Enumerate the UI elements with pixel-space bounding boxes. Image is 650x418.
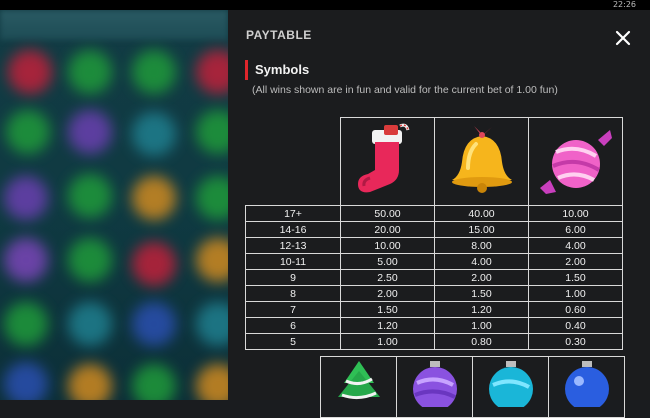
second-symbol-table bbox=[320, 356, 625, 418]
value-cell: 0.30 bbox=[528, 333, 623, 350]
value-cell: 1.20 bbox=[434, 301, 529, 318]
blurred-symbol bbox=[4, 302, 48, 346]
blurred-symbol bbox=[132, 364, 176, 400]
count-cell: 8 bbox=[245, 285, 341, 302]
symbol-cell bbox=[396, 356, 473, 418]
value-cell: 2.00 bbox=[340, 285, 435, 302]
status-bar: 22:26 bbox=[0, 0, 650, 10]
status-clock: 22:26 bbox=[612, 0, 636, 9]
blurred-symbol bbox=[68, 238, 112, 282]
count-cell: 6 bbox=[245, 317, 341, 334]
blurred-symbol bbox=[132, 302, 176, 346]
value-cell: 10.00 bbox=[340, 237, 435, 254]
table-row: 10-11 5.00 4.00 2.00 bbox=[245, 253, 623, 270]
value-cell: 1.50 bbox=[434, 285, 529, 302]
value-cell: 4.00 bbox=[434, 253, 529, 270]
count-cell: 14-16 bbox=[245, 221, 341, 238]
symbol-cell bbox=[548, 356, 625, 418]
blurred-symbol bbox=[68, 302, 112, 346]
section-accent-bar bbox=[245, 60, 248, 80]
blurred-symbol bbox=[132, 112, 176, 156]
value-cell: 6.00 bbox=[528, 221, 623, 238]
value-cell: 2.00 bbox=[434, 269, 529, 286]
blurred-symbol bbox=[196, 238, 228, 282]
value-cell: 1.00 bbox=[434, 317, 529, 334]
table-row: 14-16 20.00 15.00 6.00 bbox=[245, 221, 623, 238]
count-cell: 12-13 bbox=[245, 237, 341, 254]
value-cell: 4.00 bbox=[528, 237, 623, 254]
blurred-symbol bbox=[196, 302, 228, 346]
blurred-symbol bbox=[4, 238, 48, 282]
value-cell: 40.00 bbox=[434, 205, 529, 222]
value-cell: 8.00 bbox=[434, 237, 529, 254]
value-cell: 2.00 bbox=[528, 253, 623, 270]
count-cell: 10-11 bbox=[245, 253, 341, 270]
table-row: 12-13 10.00 8.00 4.00 bbox=[245, 237, 623, 254]
value-cell: 0.40 bbox=[528, 317, 623, 334]
count-cell: 9 bbox=[245, 269, 341, 286]
paytable-panel: PAYTABLE Symbols (All wins shown are in … bbox=[228, 10, 650, 418]
blurred-symbol bbox=[196, 50, 228, 94]
value-cell: 1.50 bbox=[340, 301, 435, 318]
count-cell: 5 bbox=[245, 333, 341, 350]
close-icon bbox=[615, 30, 631, 46]
section-title: Symbols bbox=[255, 62, 310, 77]
symbol-header-row bbox=[320, 356, 625, 418]
table-row: 17+ 50.00 40.00 10.00 bbox=[245, 205, 623, 222]
game-top-band bbox=[0, 10, 228, 40]
value-cell: 0.60 bbox=[528, 301, 623, 318]
symbol-cell bbox=[320, 356, 397, 418]
table-row: 8 2.00 1.50 1.00 bbox=[245, 285, 623, 302]
blurred-symbol bbox=[196, 110, 228, 154]
blurred-symbol bbox=[4, 362, 48, 400]
value-cell: 15.00 bbox=[434, 221, 529, 238]
symbol-cell bbox=[434, 117, 529, 206]
blurred-symbol bbox=[132, 50, 176, 94]
table-row: 7 1.50 1.20 0.60 bbox=[245, 301, 623, 318]
blurred-symbol bbox=[196, 364, 228, 400]
blurred-symbol bbox=[132, 242, 176, 286]
paytable-table: 17+ 50.00 40.00 10.00 14-16 20.00 15.00 … bbox=[245, 117, 623, 350]
value-cell: 5.00 bbox=[340, 253, 435, 270]
value-cell: 1.20 bbox=[340, 317, 435, 334]
table-row: 9 2.50 2.00 1.50 bbox=[245, 269, 623, 286]
count-cell: 17+ bbox=[245, 205, 341, 222]
close-button[interactable] bbox=[614, 29, 632, 47]
value-cell: 10.00 bbox=[528, 205, 623, 222]
value-cell: 1.50 bbox=[528, 269, 623, 286]
value-cell: 50.00 bbox=[340, 205, 435, 222]
count-cell: 7 bbox=[245, 301, 341, 318]
game-board-background bbox=[0, 10, 228, 400]
blurred-symbol bbox=[8, 50, 52, 94]
empty-corner-cell bbox=[246, 118, 341, 206]
blurred-symbol bbox=[196, 176, 228, 220]
value-cell: 2.50 bbox=[340, 269, 435, 286]
bell-icon bbox=[451, 125, 512, 193]
panel-title: PAYTABLE bbox=[246, 28, 312, 42]
value-cell: 0.80 bbox=[434, 333, 529, 350]
table-row: 6 1.20 1.00 0.40 bbox=[245, 317, 623, 334]
blurred-symbol bbox=[68, 174, 112, 218]
value-cell: 20.00 bbox=[340, 221, 435, 238]
value-cell: 1.00 bbox=[528, 285, 623, 302]
blurred-symbol bbox=[4, 176, 48, 220]
candy-icon bbox=[539, 129, 612, 194]
section-note: (All wins shown are in fun and valid for… bbox=[252, 84, 558, 96]
symbol-cell bbox=[528, 117, 623, 206]
stocking-icon bbox=[357, 123, 409, 192]
table-row: 5 1.00 0.80 0.30 bbox=[245, 333, 623, 350]
value-cell: 1.00 bbox=[340, 333, 435, 350]
blurred-symbol bbox=[68, 110, 112, 154]
symbol-header-row bbox=[246, 117, 623, 206]
blurred-symbol bbox=[68, 364, 112, 400]
symbol-cell bbox=[340, 117, 435, 206]
blurred-symbol bbox=[68, 50, 112, 94]
blurred-symbol bbox=[132, 176, 176, 220]
blurred-symbol bbox=[6, 110, 50, 154]
symbol-cell bbox=[472, 356, 549, 418]
